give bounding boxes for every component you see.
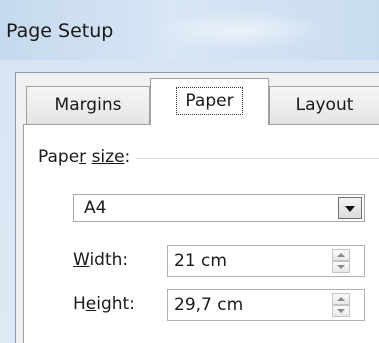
tab-paper-label: Paper — [176, 87, 243, 115]
height-label: Height: — [73, 294, 135, 314]
tab-margins[interactable]: Margins — [26, 86, 150, 124]
tab-layout-label: Layout — [295, 95, 354, 115]
paper-size-label-suffix: : — [124, 147, 131, 167]
width-spinner[interactable]: 21 cm — [167, 245, 365, 277]
paper-size-value: A4 — [84, 198, 107, 218]
height-increment-button[interactable] — [332, 293, 350, 305]
dropdown-button[interactable] — [338, 197, 362, 219]
width-decrement-button[interactable] — [332, 261, 350, 273]
page-setup-dialog: Page Setup Margins Paper Layout Paper si… — [0, 0, 379, 343]
arrow-down-icon — [337, 309, 345, 313]
paper-size-dropdown[interactable]: A4 — [73, 194, 365, 222]
height-label-mnemonic: e — [85, 294, 97, 314]
arrow-up-icon — [337, 253, 345, 257]
tab-layout[interactable]: Layout — [269, 86, 379, 124]
width-spin-buttons — [332, 249, 350, 273]
height-label-rest: ight: — [96, 294, 135, 314]
paper-size-label-prefix: Pape — [38, 147, 80, 167]
window-title: Page Setup — [6, 20, 114, 42]
paper-size-label: Paper size: — [38, 147, 137, 167]
height-label-start: H — [73, 294, 86, 314]
arrow-down-icon — [337, 265, 345, 269]
chevron-down-icon — [345, 206, 355, 212]
height-spin-buttons — [332, 293, 350, 317]
paper-size-label-word: size — [91, 147, 125, 167]
width-increment-button[interactable] — [332, 249, 350, 261]
title-bar[interactable]: Page Setup — [0, 0, 379, 60]
height-spinner[interactable]: 29,7 cm — [167, 289, 365, 321]
width-label-mnemonic: W — [73, 250, 90, 270]
width-label: Width: — [73, 250, 128, 270]
height-decrement-button[interactable] — [332, 305, 350, 317]
width-value[interactable]: 21 cm — [174, 251, 227, 271]
width-label-rest: idth: — [89, 250, 129, 270]
height-value[interactable]: 29,7 cm — [174, 295, 243, 315]
tab-paper[interactable]: Paper — [150, 78, 269, 125]
title-bar-glow — [150, 10, 330, 50]
tab-margins-label: Margins — [54, 95, 122, 115]
arrow-up-icon — [337, 297, 345, 301]
